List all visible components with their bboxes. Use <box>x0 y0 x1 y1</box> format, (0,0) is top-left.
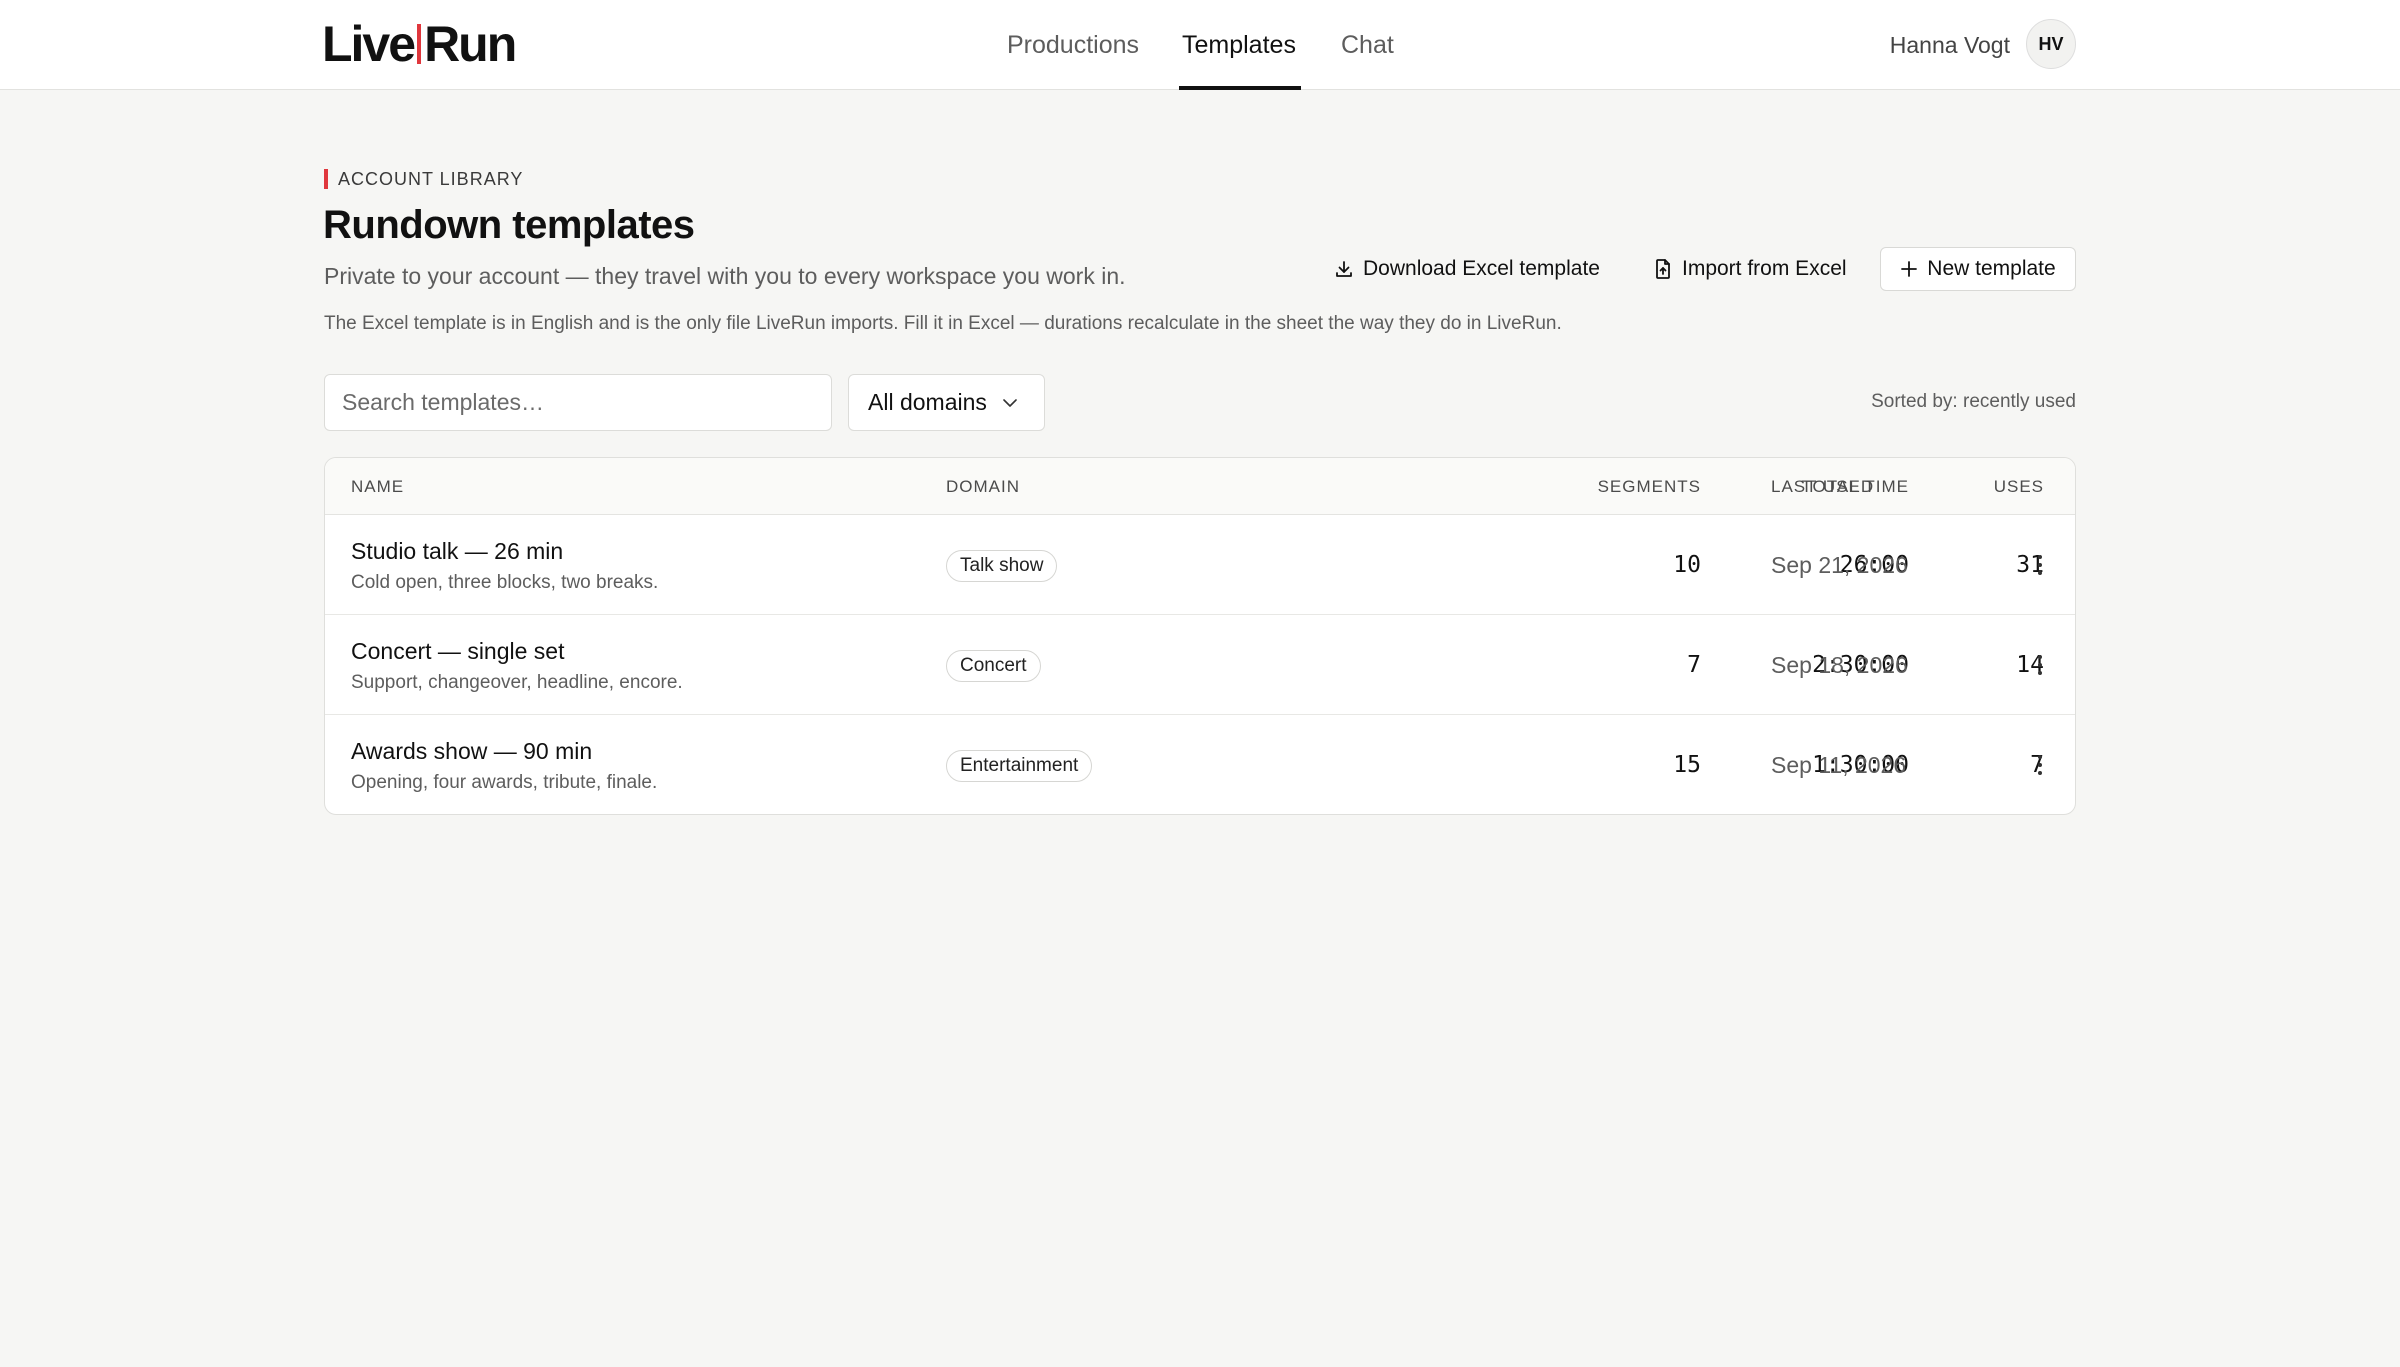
nav-item-chat[interactable]: Chat <box>1341 0 1394 90</box>
last-used-date: Sep 21, 2026 <box>1771 551 1908 578</box>
segments-count: 15 <box>1673 752 1701 778</box>
file-import-icon <box>1656 259 1670 279</box>
column-header-domain[interactable]: DOMAIN <box>946 458 1020 515</box>
excel-note: The Excel template is in English and is … <box>324 313 1562 334</box>
template-name[interactable]: Awards show — 90 min <box>351 738 592 765</box>
template-description: Opening, four awards, tribute, finale. <box>351 772 658 793</box>
more-vertical-icon <box>2038 655 2042 659</box>
eyebrow-label: ACCOUNT LIBRARY <box>338 168 524 189</box>
column-header-uses[interactable]: USES <box>1925 458 2044 515</box>
more-vertical-icon-dot <box>2038 571 2042 575</box>
nav-item-templates[interactable]: Templates <box>1182 0 1296 90</box>
avatar[interactable]: HV <box>2026 19 2076 69</box>
more-vertical-icon-dot <box>2038 671 2042 675</box>
brand-logo[interactable]: Live Run <box>322 16 517 72</box>
search-input[interactable] <box>324 374 832 431</box>
domain-badge: Concert <box>946 650 1041 682</box>
more-vertical-icon-dot <box>2038 763 2042 767</box>
template-name[interactable]: Concert — single set <box>351 638 564 665</box>
new-template-button[interactable]: New template <box>1880 247 2076 291</box>
brand-logo-part1: Live <box>322 16 416 72</box>
domain-badge: Entertainment <box>946 750 1093 782</box>
table-row[interactable]: Studio talk — 26 min Cold open, three bl… <box>325 515 2075 615</box>
domain-badge: Talk show <box>946 550 1058 582</box>
page-title: Rundown templates <box>323 203 695 247</box>
page-subtitle: Private to your account — they travel wi… <box>324 263 1126 289</box>
row-menu-button[interactable] <box>2025 649 2055 681</box>
more-vertical-icon-dot <box>2038 663 2042 667</box>
section-eyebrow: ACCOUNT LIBRARY <box>324 168 523 190</box>
user-name: Hanna Vogt <box>1889 31 2010 58</box>
templates-table: NAME DOMAIN SEGMENTS TOTAL TIME USES LAS… <box>324 457 2076 815</box>
column-header-name[interactable]: NAME <box>351 458 404 515</box>
chevron-down-icon <box>1003 399 1017 407</box>
eyebrow-accent-mark <box>324 169 328 189</box>
more-vertical-icon-dot <box>2038 563 2042 567</box>
template-description: Cold open, three blocks, two breaks. <box>351 572 659 593</box>
segments-count: 10 <box>1673 552 1701 578</box>
last-used-date: Sep 11, 2026 <box>1771 751 1907 778</box>
column-header-segments[interactable]: SEGMENTS <box>1225 458 1701 515</box>
new-template-label: New template <box>1927 257 2056 280</box>
row-menu-button[interactable] <box>2025 749 2055 781</box>
segments-count: 7 <box>1687 652 1701 678</box>
more-vertical-icon <box>2038 555 2042 559</box>
last-used-date: Sep 18, 2026 <box>1771 651 1908 678</box>
template-name[interactable]: Studio talk — 26 min <box>351 538 563 565</box>
download-icon <box>1336 261 1352 277</box>
download-excel-template-label: Download Excel template <box>1363 257 1600 280</box>
column-header-last-used[interactable]: LAST USED <box>1771 458 1874 515</box>
table-header: NAME DOMAIN SEGMENTS TOTAL TIME USES LAS… <box>325 458 2075 515</box>
sort-indicator[interactable]: Sorted by: recently used <box>1871 391 2076 413</box>
domain-select[interactable]: All domains <box>848 374 1045 431</box>
brand-logo-divider <box>417 24 422 64</box>
table-row[interactable]: Awards show — 90 min Opening, four award… <box>325 715 2075 814</box>
import-from-excel-button[interactable]: Import from Excel <box>1653 248 1847 290</box>
more-vertical-icon <box>2038 755 2042 759</box>
nav-item-productions[interactable]: Productions <box>1007 0 1139 90</box>
nav-active-indicator <box>1179 86 1301 90</box>
more-vertical-icon-dot <box>2038 771 2042 775</box>
domain-select-value: All domains <box>868 389 987 415</box>
top-bar: Live Run Productions Templates Chat Hanna… <box>0 0 2400 90</box>
import-from-excel-label: Import from Excel <box>1682 257 1847 280</box>
table-row[interactable]: Concert — single set Support, changeover… <box>325 615 2075 715</box>
download-excel-template-button[interactable]: Download Excel template <box>1334 248 1600 290</box>
template-description: Support, changeover, headline, encore. <box>351 672 683 693</box>
row-menu-button[interactable] <box>2025 549 2055 581</box>
plus-icon <box>1901 261 1918 277</box>
brand-logo-part2: Run <box>424 16 517 72</box>
